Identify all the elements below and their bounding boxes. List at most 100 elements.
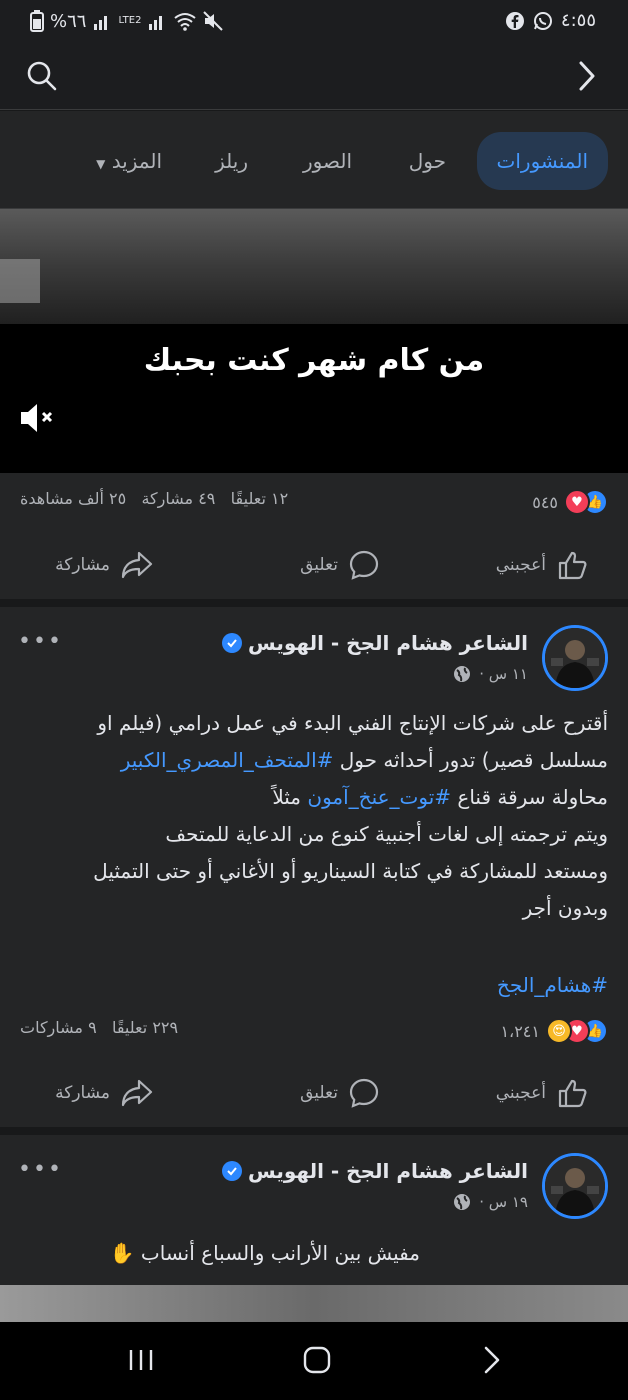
clock: ٤:٥٥ [560,10,596,31]
comment-button[interactable]: تعليق [300,549,380,581]
tab-about[interactable]: حول [409,140,446,182]
post-author[interactable]: الشاعر هشام الجخ - الهويس [222,631,528,655]
post-author[interactable]: الشاعر هشام الجخ - الهويس [222,1159,528,1183]
status-left: %٦٦ LTE2 [30,10,224,32]
comments-count: ٢٢٩ تعليقًا [111,1018,179,1037]
post-line: ويتم ترجمته إلى لغات أجنبية كنوع من الدع… [165,822,608,846]
post-line: مسلسل قصير) تدور أحداثه حول #المتحف_المص… [18,742,608,779]
share-label: مشاركة [55,1083,110,1103]
comment-label: تعليق [300,1083,338,1103]
facebook-icon [505,11,524,30]
post-line-text: مثلاً [272,785,308,809]
shares-count: ٩ مشاركات [20,1018,97,1037]
home-icon[interactable] [302,1342,332,1378]
search-icon[interactable] [26,60,58,92]
tab-photos[interactable]: الصور [303,140,352,182]
system-nav-bar [0,1322,628,1400]
status-right: ٤:٥٥ [505,10,596,31]
share-label: مشاركة [55,555,110,575]
status-bar: %٦٦ LTE2 ٤:٥٥ [0,0,628,44]
battery-percent: %٦٦ [50,10,87,32]
raised-hand-icon: ✋ [109,1241,135,1265]
video-blur-patch [0,259,40,303]
post-body: مفيش بين الأرانب والسباع أنساب ✋ [20,1235,420,1272]
like-button[interactable]: أعجبني [496,1077,588,1109]
post-meta: ١٩ س · [453,1193,528,1211]
like-icon [558,1079,587,1108]
tab-more-label: المزيد [111,149,162,173]
post-media-preview[interactable] [0,1285,628,1322]
share-button[interactable]: مشاركة [55,1077,154,1109]
post-hashtag-line: #هشام_الجخ [18,967,608,1004]
reaction-summary[interactable]: 👍 ♥ ٥٤٥ [532,489,608,515]
signal-icon [94,16,108,30]
feed-divider [0,599,628,607]
care-react-icon: 😍 [546,1018,572,1044]
signal-icon-2 [149,16,163,30]
post-time[interactable]: ١٩ س · [479,1193,528,1211]
video-frame [0,209,628,324]
post-body: أقترح على شركات الإنتاج الفني البدء في ع… [18,705,608,927]
hashtag-link[interactable]: #توت_عنخ_آمون [307,785,451,809]
reaction-count: ١،٢٤١ [500,1021,540,1041]
avatar[interactable] [542,1153,608,1219]
comment-label: تعليق [300,555,338,575]
shares-count: ٤٩ مشاركة [141,489,216,508]
back-arrow-icon[interactable] [572,60,602,92]
battery-icon [30,10,44,32]
mute-icon[interactable] [18,401,58,435]
tab-more[interactable]: المزيد ▼ [96,140,162,182]
top-bar [0,44,628,110]
comment-icon [349,1078,379,1108]
feed-divider [0,1127,628,1135]
caret-down-icon: ▼ [96,157,106,171]
profile-tabs: المنشورات حول الصور ريلز المزيد ▼ [0,111,628,209]
post-line: وبدون أجر [522,896,608,920]
post-stats: 👍 ♥ 😍 ١،٢٤١ ٢٢٩ تعليقًا ٩ مشاركات [0,1010,628,1050]
post-header: الشاعر هشام الجخ - الهويس ١١ س · ••• [0,625,628,705]
avatar[interactable] [542,625,608,691]
engagement-counts[interactable]: ١٢ تعليقًا ٤٩ مشاركة ٢٥ ألف مشاهدة [20,489,288,508]
avatar-image [545,628,605,688]
post-time[interactable]: ١١ س · [479,665,528,683]
reaction-summary[interactable]: 👍 ♥ 😍 ١،٢٤١ [500,1018,608,1044]
tab-posts[interactable]: المنشورات [476,132,608,190]
reaction-count: ٥٤٥ [532,492,558,512]
share-icon [121,1079,153,1107]
comment-button[interactable]: تعليق [300,1077,380,1109]
video-card-footer: 👍 ♥ ٥٤٥ ١٢ تعليقًا ٤٩ مشاركة ٢٥ ألف مشاه… [0,473,628,599]
more-options-icon[interactable]: ••• [18,629,63,654]
comments-count: ١٢ تعليقًا [230,489,289,508]
post-header: الشاعر هشام الجخ - الهويس ١٩ س · ••• [0,1153,628,1233]
network-label: LTE2 [118,15,142,26]
recent-apps-icon[interactable] [128,1342,154,1378]
avatar-image [545,1156,605,1216]
globe-icon [454,1194,471,1210]
post-card: الشاعر هشام الجخ - الهويس ١١ س · ••• أقت… [0,607,628,1127]
share-icon [121,551,153,579]
post-line-text: مسلسل قصير) تدور أحداثه حول [333,748,608,772]
author-name: الشاعر هشام الجخ - الهويس [248,631,528,655]
verified-badge-icon [222,633,243,653]
post-line-text: محاولة سرقة قناع [451,785,608,809]
action-bar: أعجبني تعليق مشاركة [0,1063,628,1123]
love-react-icon: ♥ [564,489,590,515]
video-player[interactable]: من كام شهر كنت بحبك [0,209,628,473]
post-line: مفيش بين الأرانب والسباع أنساب [140,1241,420,1265]
globe-icon [454,666,471,682]
post-meta: ١١ س · [453,665,528,683]
back-nav-icon[interactable] [480,1342,504,1378]
hashtag-link[interactable]: #المتحف_المصري_الكبير [121,748,334,772]
engagement-counts[interactable]: ٢٢٩ تعليقًا ٩ مشاركات [20,1018,178,1037]
share-button[interactable]: مشاركة [55,549,154,581]
mute-status-icon [203,11,224,31]
like-label: أعجبني [495,1083,546,1103]
post-card: الشاعر هشام الجخ - الهويس ١٩ س · ••• مفي… [0,1135,628,1322]
more-options-icon[interactable]: ••• [18,1157,63,1182]
action-bar: أعجبني تعليق مشاركة [0,535,628,595]
video-stats: 👍 ♥ ٥٤٥ ١٢ تعليقًا ٤٩ مشاركة ٢٥ ألف مشاه… [0,481,628,521]
tab-reels[interactable]: ريلز [215,140,248,182]
like-button[interactable]: أعجبني [496,549,588,581]
hashtag-link[interactable]: #هشام_الجخ [497,973,608,997]
like-label: أعجبني [495,555,546,575]
